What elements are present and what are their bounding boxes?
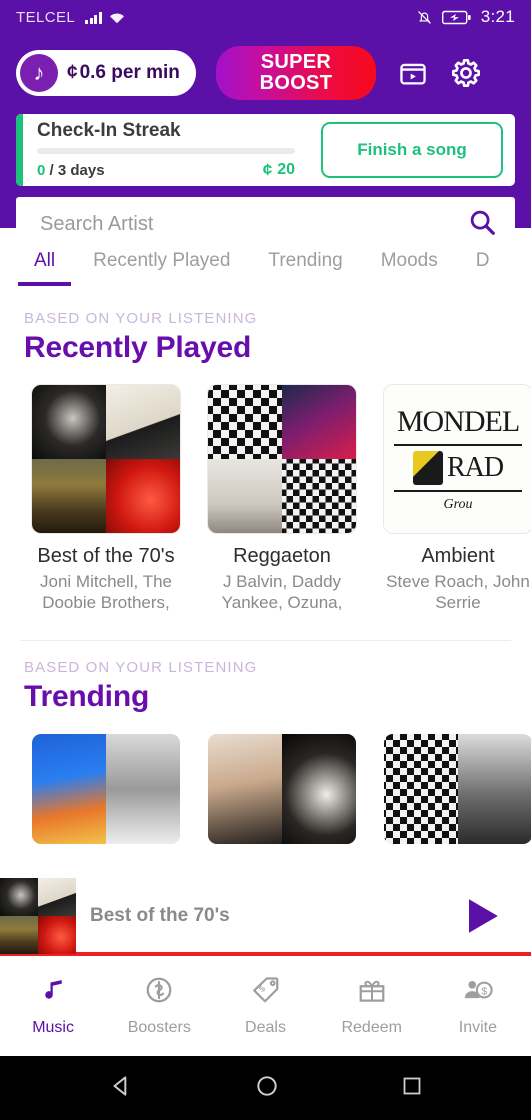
person-dollar-icon: $ [463, 975, 493, 1010]
streak-meta: 0 / 3 days ¢ 20 [37, 160, 313, 180]
earn-rate-label: ¢ 0.6 per min [67, 62, 180, 84]
playlist-title: Best of the 70's [37, 545, 175, 567]
nav-label: Boosters [127, 1019, 191, 1036]
status-left-icons [85, 11, 125, 24]
bell-muted-icon [417, 10, 431, 24]
nav-label: Redeem [341, 1019, 402, 1036]
earn-rate-value: 0.6 per min [79, 62, 180, 83]
trending-card-list[interactable] [0, 714, 531, 844]
currency-symbol: ¢ [262, 160, 273, 179]
section-recently-played: BASED ON YOUR LISTENING Recently Played … [0, 286, 531, 614]
playlist-artists: J Balvin, Daddy Yankee, Ozuna, [221, 572, 343, 613]
clock-label: 3:21 [480, 7, 515, 26]
section-trending: BASED ON YOUR LISTENING Trending [0, 641, 531, 844]
album-art-collage [32, 385, 180, 533]
status-bar: TELCEL 3:21 [0, 0, 531, 34]
battery-charging-icon [441, 10, 471, 24]
mini-player-title: Best of the 70's [90, 905, 230, 926]
recents-square-icon[interactable] [400, 1074, 424, 1103]
playlist-card[interactable]: Best of the 70's Joni Mitchell, The Doob… [32, 385, 180, 614]
bottom-navigation[interactable]: Music Boosters $ Deals Redeem $ Invite [0, 956, 531, 1056]
recently-played-card-list[interactable]: Best of the 70's Joni Mitchell, The Doob… [0, 365, 531, 614]
back-triangle-icon[interactable] [108, 1073, 134, 1104]
gift-icon [357, 975, 387, 1010]
svg-text:$: $ [481, 987, 487, 998]
nav-item-deals[interactable]: $ Deals [212, 975, 318, 1037]
home-circle-icon[interactable] [254, 1073, 280, 1104]
nav-item-redeem[interactable]: Redeem [319, 975, 425, 1037]
nav-label: Deals [245, 1019, 286, 1036]
search-icon[interactable] [467, 207, 497, 242]
tab-moods[interactable]: Moods [381, 250, 438, 286]
price-tag-icon: $ [251, 975, 281, 1010]
section-eyebrow: BASED ON YOUR LISTENING [24, 658, 258, 676]
trending-card[interactable] [32, 733, 180, 844]
mini-player-artwork [0, 878, 76, 954]
coin-boost-icon [144, 975, 174, 1010]
streak-section: Check-In Streak 0 / 3 days ¢ 20 Finish a… [0, 100, 531, 186]
gear-icon[interactable] [450, 57, 482, 89]
playlist-card[interactable]: MONDEL RAD Grou Ambient Steve Roach, Joh… [384, 385, 531, 614]
tab-recently-played[interactable]: Recently Played [93, 250, 230, 286]
streak-days: 0 / 3 days [37, 162, 105, 179]
play-icon[interactable] [457, 892, 505, 940]
section-title: Trending [24, 679, 150, 713]
album-art-collage [208, 385, 356, 533]
music-note-icon: ♪ [20, 54, 58, 92]
playlist-artists: Steve Roach, John Serrie [386, 572, 530, 613]
section-title: Recently Played [24, 331, 252, 364]
nav-item-boosters[interactable]: Boosters [106, 975, 212, 1037]
playlist-title: Ambient [421, 545, 495, 567]
search-section [0, 186, 531, 251]
album-art-collage: MONDEL RAD Grou [384, 385, 531, 533]
music-note-icon [38, 975, 68, 1010]
trending-card[interactable] [208, 733, 356, 844]
purple-header: TELCEL 3:21 ♪ ¢ 0.6 per min SUPER BOOST … [0, 0, 531, 251]
super-boost-button[interactable]: SUPER BOOST [215, 46, 376, 100]
nav-label: Music [32, 1019, 74, 1036]
status-right-icons: 3:21 [416, 7, 515, 27]
section-eyebrow: BASED ON YOUR LISTENING [24, 310, 258, 327]
playlist-card[interactable]: Reggaeton J Balvin, Daddy Yankee, Ozuna, [208, 385, 356, 614]
carrier-label: TELCEL [16, 8, 76, 26]
mini-player[interactable]: Best of the 70's [0, 878, 531, 956]
check-in-streak-card[interactable]: Check-In Streak 0 / 3 days ¢ 20 Finish a… [16, 114, 515, 186]
android-system-nav[interactable] [0, 1056, 531, 1120]
trending-card[interactable] [384, 733, 531, 844]
finish-a-song-button[interactable]: Finish a song [321, 122, 503, 178]
nav-label: Invite [458, 1019, 498, 1036]
wifi-icon [109, 13, 124, 23]
app-screen: TELCEL 3:21 ♪ ¢ 0.6 per min SUPER BOOST … [0, 0, 531, 1120]
super-boost-line1: SUPER [260, 51, 332, 73]
tab-all[interactable]: All [17, 250, 72, 286]
search-input[interactable] [40, 212, 467, 236]
tab-overflow[interactable]: D [476, 250, 490, 286]
nav-item-invite[interactable]: $ Invite [425, 975, 531, 1037]
search-bar[interactable] [16, 197, 515, 251]
streak-reward-amount: 20 [277, 161, 295, 178]
signal-bars-icon [85, 11, 102, 24]
svg-text:$: $ [256, 983, 267, 994]
currency-symbol: ¢ [67, 62, 78, 83]
playlist-title: Reggaeton [233, 545, 331, 567]
streak-progress-bar [37, 148, 295, 154]
header-action-row: ♪ ¢ 0.6 per min SUPER BOOST [0, 34, 531, 100]
super-boost-line2: BOOST [259, 72, 333, 94]
tab-trending[interactable]: Trending [268, 250, 342, 286]
nav-item-music[interactable]: Music [0, 975, 106, 1037]
earn-rate-pill[interactable]: ♪ ¢ 0.6 per min [16, 50, 196, 96]
video-box-icon[interactable] [398, 58, 428, 88]
streak-title: Check-In Streak [37, 120, 181, 141]
streak-days-total: / 3 days [49, 161, 105, 179]
streak-reward: ¢ 20 [263, 160, 295, 180]
streak-info: Check-In Streak 0 / 3 days ¢ 20 [16, 114, 313, 186]
playlist-artists: Joni Mitchell, The Doobie Brothers, [40, 572, 172, 613]
streak-days-current: 0 [37, 161, 46, 179]
